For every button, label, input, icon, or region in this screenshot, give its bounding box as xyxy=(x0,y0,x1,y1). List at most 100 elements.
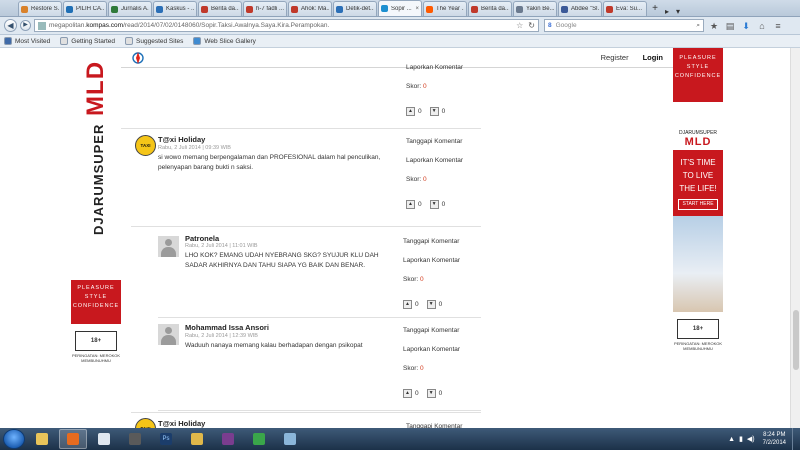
browser-tab[interactable]: The Year ... xyxy=(423,1,467,16)
comment-author[interactable]: T@xi Holiday xyxy=(158,419,205,428)
browser-tab[interactable]: Detik-det... xyxy=(333,1,377,16)
ad-warning-block: 18+ PERINGATAN: MEROKOK MEMBUNUHMU xyxy=(71,324,121,370)
taskbar-app-chrome[interactable] xyxy=(245,429,273,449)
thumbs-down-icon[interactable]: ▼ xyxy=(429,107,439,116)
reply-comment-link[interactable]: Tanggapi Komentar xyxy=(403,238,460,257)
comment-reply-item: Mohammad Issa Ansori Rabu, 2 Juli 2014 |… xyxy=(158,319,481,411)
search-box[interactable]: 8 Google ⌕ xyxy=(544,19,704,32)
volume-icon[interactable]: ◀) xyxy=(747,435,755,443)
site-icon xyxy=(38,21,46,30)
reply-comment-link[interactable]: Tanggapi Komentar xyxy=(406,138,463,157)
scrollbar-thumb[interactable] xyxy=(793,310,799,370)
report-comment-link[interactable]: Laporkan Komentar xyxy=(403,346,460,365)
browser-tab[interactable]: Jurnalis A... xyxy=(108,1,152,16)
bookmarks-star-icon[interactable]: ★ xyxy=(708,20,720,32)
browser-tab[interactable]: Sopir ... × xyxy=(378,0,422,16)
right-ad-banner[interactable]: PLEASURE STYLE CONFIDENCE DJARUMSUPER ML… xyxy=(673,48,723,373)
taskbar-app-firefox[interactable] xyxy=(59,429,87,449)
bookmarks-list-icon[interactable]: ▤ xyxy=(724,20,736,32)
search-input[interactable]: Google xyxy=(556,22,577,29)
thumbs-up-icon[interactable]: ▲ xyxy=(403,300,412,309)
comment-votes: ▲ 0 ▼ 0 xyxy=(406,195,463,214)
new-tab-button[interactable]: + xyxy=(648,3,662,16)
left-ad-banner[interactable]: DJARUMSUPER MLD PLEASURE STYLE CONFIDENC… xyxy=(71,48,121,373)
taskbar-app-photoshop[interactable]: Ps xyxy=(152,429,180,449)
browser-tab[interactable]: h-7 fadli ... xyxy=(243,1,287,16)
report-comment-link[interactable]: Laporkan Komentar xyxy=(403,257,460,276)
comment-actions: Laporkan Komentar Skor: 0 ▲ 0 ▼ 0 xyxy=(406,64,463,121)
bookmark-item[interactable]: Most Visited xyxy=(4,37,50,45)
browser-tab[interactable]: Ahok: Ma... xyxy=(288,1,332,16)
login-link[interactable]: Login xyxy=(643,53,663,62)
thumbs-up-icon[interactable]: ▲ xyxy=(403,389,412,398)
thumbs-up-icon[interactable]: ▲ xyxy=(406,200,415,209)
start-button[interactable] xyxy=(3,429,25,449)
downvote-count: 0 xyxy=(441,108,446,115)
url-bar[interactable]: megapolitan. kompas.com/read/2014/07/02/0… xyxy=(34,19,539,32)
bookmarks-toolbar: Most Visited Getting Started Suggested Sit… xyxy=(0,35,800,48)
comment-author[interactable]: T@xi Holiday xyxy=(158,135,205,144)
browser-tab[interactable]: PILIH CA... xyxy=(63,1,107,16)
comment-text: si wowo memang berpengalaman dan PROFESI… xyxy=(158,154,381,171)
browser-tab[interactable]: Berita da... xyxy=(468,1,512,16)
ad-start-here-button[interactable]: START HERE xyxy=(678,199,718,210)
browser-tab[interactable]: Restore S... xyxy=(18,1,62,16)
avatar-taxi-icon[interactable]: TAXI xyxy=(135,135,156,156)
register-link[interactable]: Register xyxy=(601,53,629,62)
taskbar-app-explorer[interactable] xyxy=(28,429,56,449)
download-icon[interactable]: ⬇ xyxy=(740,20,752,32)
network-icon[interactable]: ▮ xyxy=(739,435,743,443)
taskbar-app-winrar[interactable] xyxy=(214,429,242,449)
ad-slogan-line: PLEASURE xyxy=(77,285,115,291)
report-comment-link[interactable]: Laporkan Komentar xyxy=(406,157,463,176)
taskbar-app-notepad[interactable] xyxy=(90,429,118,449)
comment-author[interactable]: Mohammad Issa Ansori xyxy=(185,323,269,332)
comment-score: Skor: 0 xyxy=(406,83,463,102)
default-avatar-icon[interactable] xyxy=(158,236,179,257)
thumbs-down-icon[interactable]: ▼ xyxy=(429,200,439,209)
taskbar-app-screen[interactable] xyxy=(276,429,304,449)
avatar-taxi-icon[interactable]: TAXI xyxy=(135,418,156,428)
home-icon[interactable]: ⌂ xyxy=(756,20,768,32)
thumbs-up-icon[interactable]: ▲ xyxy=(406,107,415,116)
browser-tab[interactable]: Kaskus - ... xyxy=(153,1,197,16)
show-desktop-button[interactable] xyxy=(792,428,800,450)
score-label: Skor: xyxy=(403,276,419,283)
browser-tab[interactable]: Yakin Be... xyxy=(513,1,557,16)
tab-favicon-icon xyxy=(21,5,28,13)
kompas-logo-icon[interactable] xyxy=(131,51,145,65)
back-button[interactable]: ◀ xyxy=(4,19,17,32)
tab-favicon-icon xyxy=(516,5,523,13)
taskbar-app-app[interactable] xyxy=(121,429,149,449)
main-content: Register Login Laporkan Komentar Skor: 0… xyxy=(121,48,673,428)
browser-tab[interactable]: Abdee "Sl... xyxy=(558,1,602,16)
tab-list-icon[interactable]: ▾ xyxy=(672,7,684,16)
thumbs-down-icon[interactable]: ▼ xyxy=(426,389,436,398)
bookmark-item[interactable]: Suggested Sites xyxy=(125,37,183,45)
tab-close-icon[interactable]: × xyxy=(415,6,419,12)
clock[interactable]: 8:24 PM 7/2/2014 xyxy=(763,431,786,447)
default-avatar-icon[interactable] xyxy=(158,324,179,345)
thumbs-down-icon[interactable]: ▼ xyxy=(426,300,436,309)
firefox-icon xyxy=(67,433,79,445)
page-scrollbar[interactable] xyxy=(790,48,800,428)
bookmark-item[interactable]: Web Slice Gallery xyxy=(193,37,256,45)
tab-scroll-right-icon[interactable]: ▸ xyxy=(662,7,672,16)
browser-tab[interactable]: Berita da... xyxy=(198,1,242,16)
taskbar-app-folder[interactable] xyxy=(183,429,211,449)
browser-tab[interactable]: Eva: Su... xyxy=(603,1,647,16)
bookmark-star-icon[interactable]: ☆ xyxy=(516,21,523,30)
comment-author[interactable]: Patronela xyxy=(185,234,219,243)
reload-icon[interactable]: ↻ xyxy=(528,21,535,30)
search-icon[interactable]: ⌕ xyxy=(696,22,700,30)
bookmark-item[interactable]: Getting Started xyxy=(60,37,115,45)
score-value: 0 xyxy=(419,365,424,372)
menu-icon[interactable]: ≡ xyxy=(772,20,784,32)
tray-arrow-icon[interactable]: ▲ xyxy=(728,436,735,443)
tab-label: Sopir ... xyxy=(391,5,412,12)
ad-slogan-block: PLEASURE STYLE CONFIDENCE xyxy=(71,280,121,324)
reply-comment-link[interactable]: Tanggapi Komentar xyxy=(403,327,460,346)
google-icon[interactable]: 8 xyxy=(548,22,552,29)
forward-button[interactable]: ▶ xyxy=(20,20,31,31)
report-comment-link[interactable]: Laporkan Komentar xyxy=(406,64,463,83)
